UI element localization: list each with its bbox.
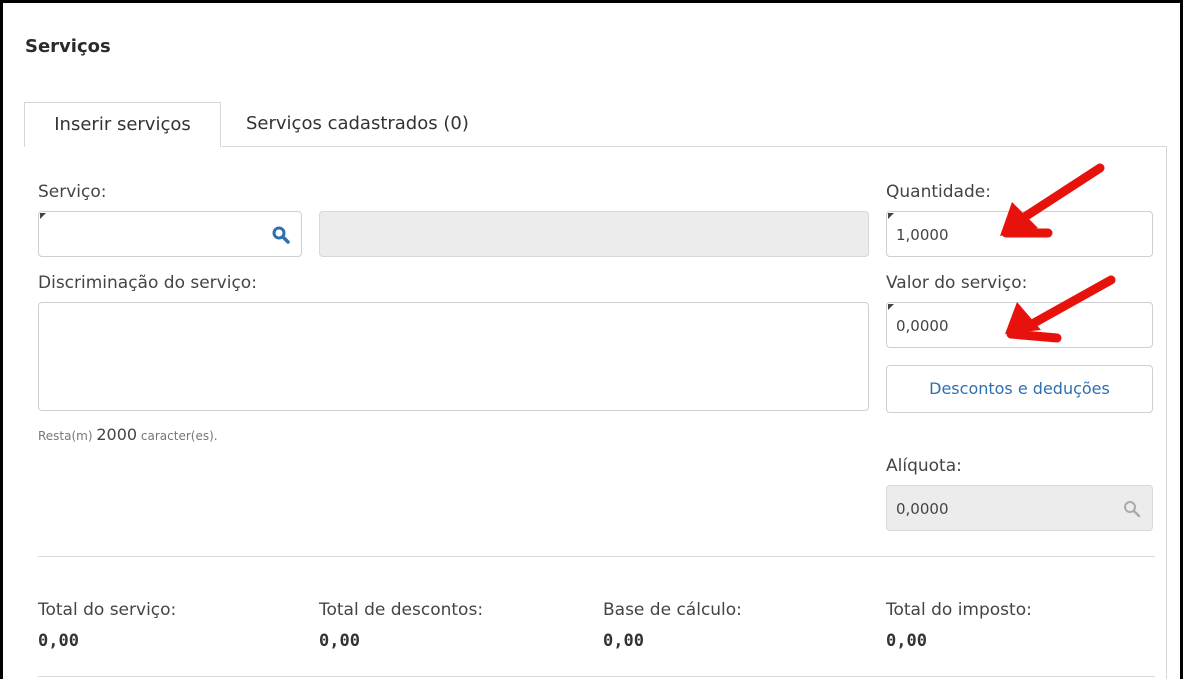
total-servico-value: 0,00 (38, 631, 79, 651)
tab-servicos-cadastrados[interactable]: Serviços cadastrados (0) (246, 102, 469, 147)
annotation-arrow-icon (1000, 163, 1105, 238)
discriminacao-label: Discriminação do serviço: (38, 273, 257, 293)
total-servico-label: Total do serviço: (38, 600, 177, 620)
discriminacao-textarea[interactable] (38, 302, 869, 411)
valor-value: 0,0000 (896, 317, 949, 335)
search-icon[interactable] (1122, 499, 1142, 519)
remaining-characters: Resta(m) 2000 caracter(es). (38, 425, 218, 444)
total-imposto-label: Total do imposto: (886, 600, 1032, 620)
annotation-arrow-icon (1005, 275, 1116, 343)
remaining-prefix: Resta(m) (38, 429, 93, 443)
section-title: Serviços (25, 36, 111, 57)
aliquota-input: 0,0000 (886, 485, 1153, 531)
divider (38, 556, 1155, 557)
panel-border (1166, 146, 1167, 679)
base-calculo-value: 0,00 (603, 631, 644, 651)
total-descontos-label: Total de descontos: (319, 600, 484, 620)
base-calculo-label: Base de cálculo: (603, 600, 742, 620)
required-marker (888, 304, 894, 310)
servico-input[interactable] (38, 211, 302, 257)
descontos-deducoes-button[interactable]: Descontos e deduções (886, 365, 1153, 413)
tab-inserir-servicos[interactable]: Inserir serviços (24, 102, 221, 147)
divider-bottom (38, 676, 1155, 677)
quantidade-value: 1,0000 (896, 226, 949, 244)
aliquota-value: 0,0000 (896, 500, 949, 518)
aliquota-label: Alíquota: (886, 456, 962, 476)
total-imposto-value: 0,00 (886, 631, 927, 651)
servico-label: Serviço: (38, 182, 107, 202)
required-marker (888, 213, 894, 219)
search-icon[interactable] (271, 225, 291, 245)
remaining-count: 2000 (96, 425, 138, 444)
servico-description-field (319, 211, 869, 257)
required-marker (40, 213, 46, 219)
remaining-suffix: caracter(es). (140, 429, 218, 443)
total-descontos-value: 0,00 (319, 631, 360, 651)
quantidade-label: Quantidade: (886, 182, 991, 202)
